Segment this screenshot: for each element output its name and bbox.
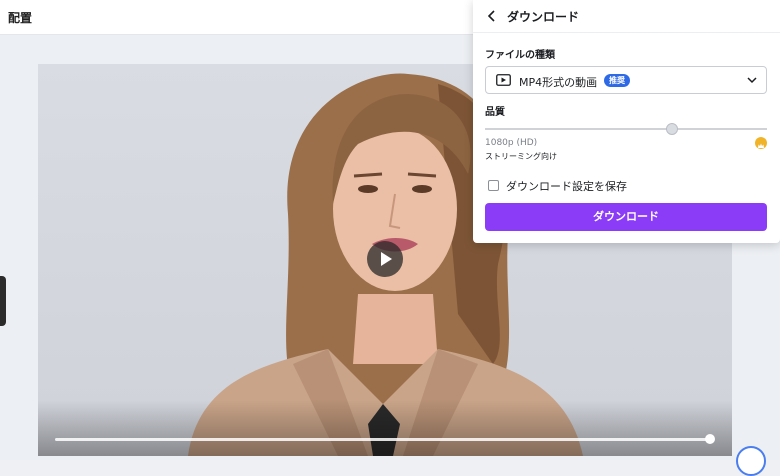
crown-icon <box>755 137 767 149</box>
panel-header: ダウンロード <box>473 0 780 33</box>
video-progress-bar[interactable] <box>55 438 711 441</box>
download-panel: ダウンロード ファイルの種類 MP4形式の動画 推奨 品質 1080p (HD)… <box>473 0 780 243</box>
quality-slider-thumb[interactable] <box>666 123 678 135</box>
file-type-label: ファイルの種類 <box>485 50 555 61</box>
quality-label: 品質 <box>485 107 505 118</box>
play-icon <box>381 252 392 266</box>
play-button[interactable] <box>367 241 403 277</box>
side-panel-handle[interactable] <box>0 276 6 326</box>
download-button[interactable]: ダウンロード <box>485 203 767 231</box>
panel-title: ダウンロード <box>507 10 580 24</box>
quality-slider-track[interactable] <box>485 128 767 130</box>
file-type-value: MP4形式の動画 <box>519 76 598 89</box>
help-button[interactable] <box>736 446 766 476</box>
video-controls-shade <box>38 400 732 456</box>
save-settings-checkbox[interactable] <box>488 180 499 191</box>
recommended-badge: 推奨 <box>604 74 630 87</box>
quality-value: 1080p (HD) <box>485 138 538 148</box>
quality-description: ストリーミング向け <box>485 152 557 161</box>
chevron-down-icon <box>747 77 757 84</box>
save-settings-label[interactable]: ダウンロード設定を保存 <box>506 178 627 194</box>
file-type-select[interactable]: MP4形式の動画 推奨 <box>485 66 767 94</box>
video-progress-handle[interactable] <box>705 434 715 444</box>
video-file-icon <box>496 74 511 86</box>
back-arrow-icon[interactable] <box>484 8 500 24</box>
page-title: 配置 <box>8 11 33 25</box>
